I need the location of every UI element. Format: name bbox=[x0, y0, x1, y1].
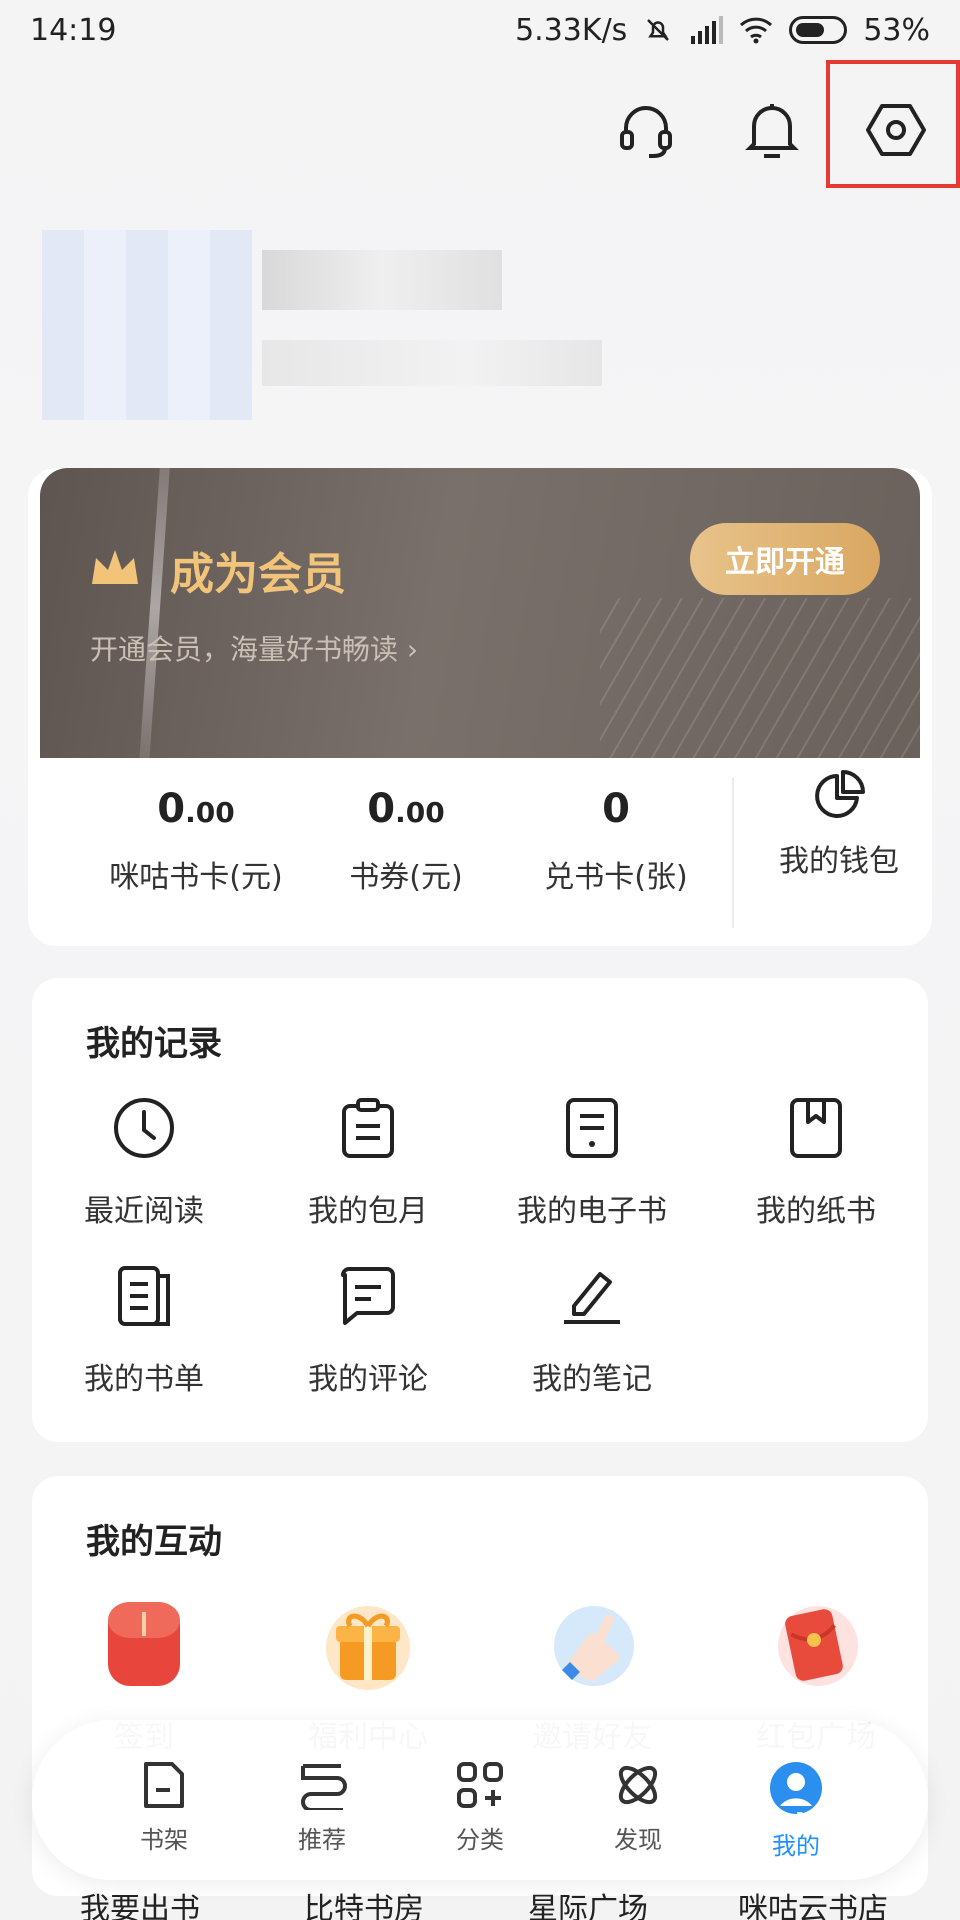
top-actions bbox=[0, 80, 960, 180]
booklist-icon bbox=[118, 1266, 170, 1326]
peek-item[interactable]: 咪咕云书店 bbox=[738, 1884, 888, 1920]
nav-category[interactable]: 分类 bbox=[420, 1760, 540, 1855]
comments-item[interactable]: 我的评论 bbox=[256, 1256, 480, 1398]
exchange-card-stat[interactable]: 0 兑书卡(张) bbox=[516, 768, 716, 896]
recommend-icon bbox=[301, 1764, 347, 1812]
bottom-peek-row: 我要出书 比特书房 星际广场 咪咕云书店 bbox=[0, 1884, 960, 1920]
discover-icon bbox=[618, 1765, 658, 1805]
ebook-icon bbox=[566, 1098, 618, 1158]
notes-item[interactable]: 我的笔记 bbox=[480, 1256, 704, 1398]
bookshelf-icon bbox=[144, 1762, 184, 1808]
wifi-icon bbox=[740, 17, 773, 44]
user-info-blurred bbox=[262, 340, 602, 386]
interactions-title: 我的互动 bbox=[86, 1522, 222, 1562]
bell-icon bbox=[745, 104, 799, 158]
monthly-subscription-item[interactable]: 我的包月 bbox=[256, 1088, 480, 1230]
status-right: 5.33K/s 53% bbox=[515, 13, 930, 48]
open-membership-button[interactable]: 立即开通 bbox=[690, 523, 880, 595]
nav-recommend[interactable]: 推荐 bbox=[262, 1760, 382, 1855]
battery-icon bbox=[789, 16, 848, 44]
notification-button[interactable] bbox=[722, 80, 822, 180]
crown-icon bbox=[92, 550, 138, 584]
signal-icon bbox=[691, 16, 724, 44]
status-time: 14:19 bbox=[30, 12, 117, 48]
sign-in-icon bbox=[108, 1602, 180, 1686]
wallet-button[interactable]: 我的钱包 bbox=[746, 768, 932, 880]
paper-book-item[interactable]: 我的纸书 bbox=[704, 1088, 928, 1230]
nav-bookshelf[interactable]: 书架 bbox=[104, 1760, 224, 1855]
mute-bell-icon bbox=[647, 19, 670, 41]
membership-card: 成为会员 开通会员，海量好书畅读 › 立即开通 0.00 咪咕书卡(元) 0.0… bbox=[28, 468, 932, 946]
membership-banner[interactable]: 成为会员 开通会员，海量好书畅读 › 立即开通 bbox=[40, 468, 920, 758]
divider bbox=[732, 778, 734, 928]
headset-icon bbox=[620, 106, 672, 158]
paper-book-icon bbox=[790, 1098, 842, 1158]
note-pen-icon bbox=[564, 1272, 620, 1324]
asset-stats: 0.00 咪咕书卡(元) 0.00 书券(元) 0 兑书卡(张) 我的钱包 bbox=[28, 768, 932, 946]
ebook-item[interactable]: 我的电子书 bbox=[480, 1088, 704, 1230]
recent-reading-item[interactable]: 最近阅读 bbox=[32, 1088, 256, 1230]
red-packet-icon bbox=[778, 1606, 858, 1686]
records-card: 我的记录 最近阅读 我的包月 我的电子书 我的纸书 我的书单 我的评论 我的笔记 bbox=[32, 978, 928, 1442]
invite-hand-icon bbox=[554, 1606, 634, 1686]
status-bar: 14:19 5.33K/s 53% bbox=[0, 0, 960, 60]
avatar[interactable] bbox=[42, 230, 252, 420]
user-profile[interactable] bbox=[42, 210, 622, 430]
wallet-label: 我的钱包 bbox=[779, 844, 899, 879]
membership-title: 成为会员 bbox=[170, 549, 346, 600]
migu-card-stat[interactable]: 0.00 咪咕书卡(元) bbox=[96, 768, 296, 896]
coupon-stat[interactable]: 0.00 书券(元) bbox=[306, 768, 506, 896]
membership-subtitle[interactable]: 开通会员，海量好书畅读 › bbox=[90, 628, 418, 668]
records-title: 我的记录 bbox=[86, 1024, 222, 1064]
comment-icon bbox=[341, 1267, 395, 1325]
peek-item[interactable]: 比特书房 bbox=[304, 1884, 424, 1920]
username-blurred bbox=[262, 250, 502, 310]
peek-item[interactable]: 我要出书 bbox=[80, 1884, 200, 1920]
nav-discover[interactable]: 发现 bbox=[578, 1760, 698, 1855]
booklist-item[interactable]: 我的书单 bbox=[32, 1256, 256, 1398]
gift-icon bbox=[326, 1606, 410, 1690]
chevron-right-icon: › bbox=[406, 633, 419, 666]
customer-service-button[interactable] bbox=[596, 80, 696, 180]
pie-chart-icon bbox=[815, 770, 865, 818]
category-icon bbox=[457, 1762, 503, 1808]
battery-percent: 53% bbox=[863, 12, 930, 48]
peek-item[interactable]: 星际广场 bbox=[528, 1884, 648, 1920]
clock-icon bbox=[114, 1098, 174, 1158]
net-speed: 5.33K/s bbox=[515, 12, 628, 48]
settings-highlight-box bbox=[826, 60, 960, 188]
watermark: Baidu经验 bbox=[730, 1808, 887, 1843]
clipboard-icon bbox=[342, 1098, 394, 1158]
